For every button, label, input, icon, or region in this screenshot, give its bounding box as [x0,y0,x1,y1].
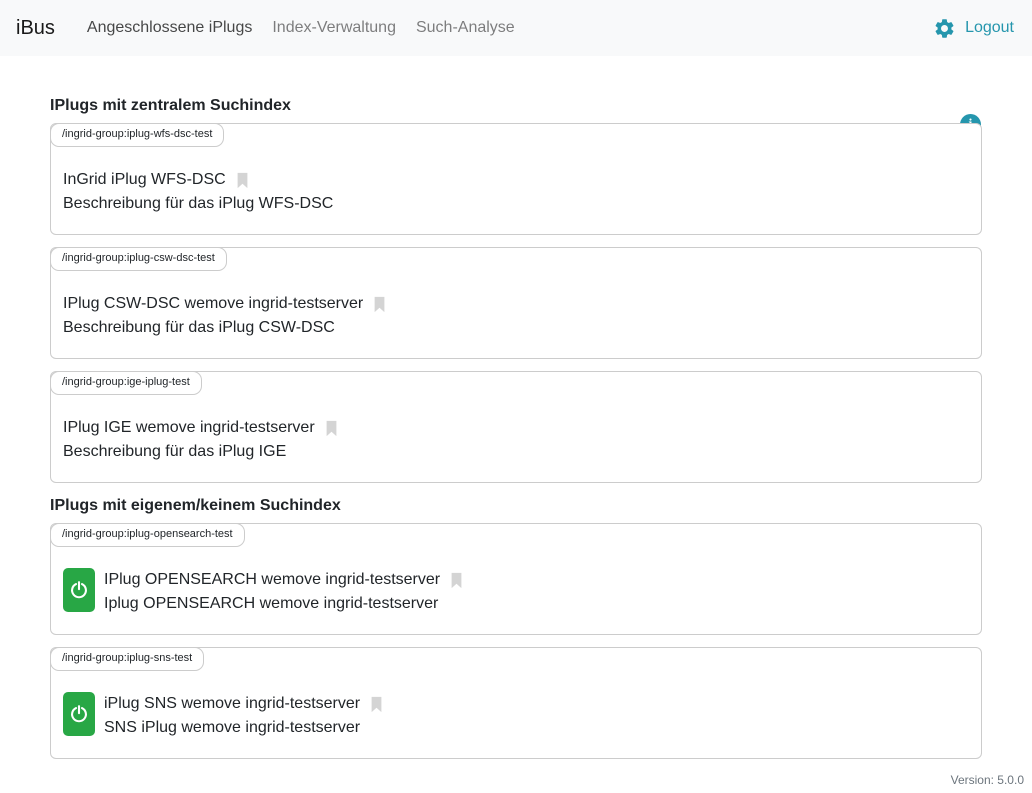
iplug-title: IPlug IGE wemove ingrid-testserver [63,416,315,440]
app-brand[interactable]: iBus [16,17,55,40]
iplug-title: iPlug SNS wemove ingrid-testserver [104,692,360,716]
nav-item-angeschlossene-iplugs[interactable]: Angeschlossene iPlugs [77,13,262,43]
iplug-id-badge: /ingrid-group:iplug-wfs-dsc-test [50,123,224,147]
iplug-id-badge: /ingrid-group:iplug-opensearch-test [50,523,245,547]
iplug-title: IPlug CSW-DSC wemove ingrid-testserver [63,292,363,316]
logout-link[interactable]: Logout [965,19,1014,37]
iplug-title-row: IPlug CSW-DSC wemove ingrid-testserver [63,292,386,316]
iplug-card: /ingrid-group:iplug-csw-dsc-test IPlug C… [50,247,982,359]
iplug-card-text: iPlug SNS wemove ingrid-testserver SNS i… [104,692,383,740]
power-icon [69,580,89,600]
iplug-id-badge: /ingrid-group:iplug-csw-dsc-test [50,247,227,271]
nav-item-such-analyse[interactable]: Such-Analyse [406,13,525,43]
bookmark-icon[interactable] [236,172,249,189]
iplug-description: Iplug OPENSEARCH wemove ingrid-testserve… [104,592,463,616]
iplug-card-text: IPlug OPENSEARCH wemove ingrid-testserve… [104,568,463,616]
navbar: iBus Angeschlossene iPlugs Index-Verwalt… [0,0,1032,56]
iplug-card-text: IPlug IGE wemove ingrid-testserver Besch… [63,416,338,464]
iplug-description: SNS iPlug wemove ingrid-testserver [104,716,383,740]
bookmark-icon[interactable] [450,572,463,589]
nav-item-index-verwaltung[interactable]: Index-Verwaltung [262,13,406,43]
bookmark-icon[interactable] [325,420,338,437]
iplug-card-body: InGrid iPlug WFS-DSC Beschreibung für da… [63,168,965,216]
iplug-card: /ingrid-group:iplug-wfs-dsc-test InGrid … [50,123,982,235]
iplug-title-row: InGrid iPlug WFS-DSC [63,168,333,192]
iplug-card-text: InGrid iPlug WFS-DSC Beschreibung für da… [63,168,333,216]
card-list-own: /ingrid-group:iplug-opensearch-test IPlu… [50,523,982,759]
nav-right: Logout [933,17,1016,40]
iplug-card: /ingrid-group:ige-iplug-test IPlug IGE w… [50,371,982,483]
iplug-card: /ingrid-group:iplug-opensearch-test IPlu… [50,523,982,635]
power-toggle-button[interactable] [63,568,95,612]
iplug-card-body: IPlug IGE wemove ingrid-testserver Besch… [63,416,965,464]
settings-gear-icon[interactable] [933,17,956,40]
bookmark-icon[interactable] [370,696,383,713]
iplug-title-row: iPlug SNS wemove ingrid-testserver [104,692,383,716]
iplug-card-text: IPlug CSW-DSC wemove ingrid-testserver B… [63,292,386,340]
iplug-card-body: IPlug OPENSEARCH wemove ingrid-testserve… [63,568,965,616]
nav-links: Angeschlossene iPlugs Index-Verwaltung S… [77,13,525,43]
iplug-card: /ingrid-group:iplug-sns-test iPlug SNS w… [50,647,982,759]
iplug-card-body: IPlug CSW-DSC wemove ingrid-testserver B… [63,292,965,340]
iplug-id-badge: /ingrid-group:ige-iplug-test [50,371,202,395]
iplug-title: IPlug OPENSEARCH wemove ingrid-testserve… [104,568,440,592]
section-central-index: IPlugs mit zentralem Suchindex /ingrid-g… [50,96,982,483]
version-label: Version: 5.0.0 [0,771,1032,793]
section-own-index: IPlugs mit eigenem/keinem Suchindex /ing… [50,496,982,759]
power-icon [69,704,89,724]
iplug-title: InGrid iPlug WFS-DSC [63,168,226,192]
bookmark-icon[interactable] [373,296,386,313]
iplug-description: Beschreibung für das iPlug IGE [63,440,338,464]
iplug-title-row: IPlug IGE wemove ingrid-testserver [63,416,338,440]
card-list-central: /ingrid-group:iplug-wfs-dsc-test InGrid … [50,123,982,483]
iplug-id-badge: /ingrid-group:iplug-sns-test [50,647,204,671]
iplug-title-row: IPlug OPENSEARCH wemove ingrid-testserve… [104,568,463,592]
iplug-description: Beschreibung für das iPlug WFS-DSC [63,192,333,216]
iplug-card-body: iPlug SNS wemove ingrid-testserver SNS i… [63,692,965,740]
iplug-description: Beschreibung für das iPlug CSW-DSC [63,316,386,340]
section-heading: IPlugs mit eigenem/keinem Suchindex [50,496,982,515]
section-heading: IPlugs mit zentralem Suchindex [50,96,982,115]
main-content: i IPlugs mit zentralem Suchindex /ingrid… [50,96,982,759]
power-toggle-button[interactable] [63,692,95,736]
